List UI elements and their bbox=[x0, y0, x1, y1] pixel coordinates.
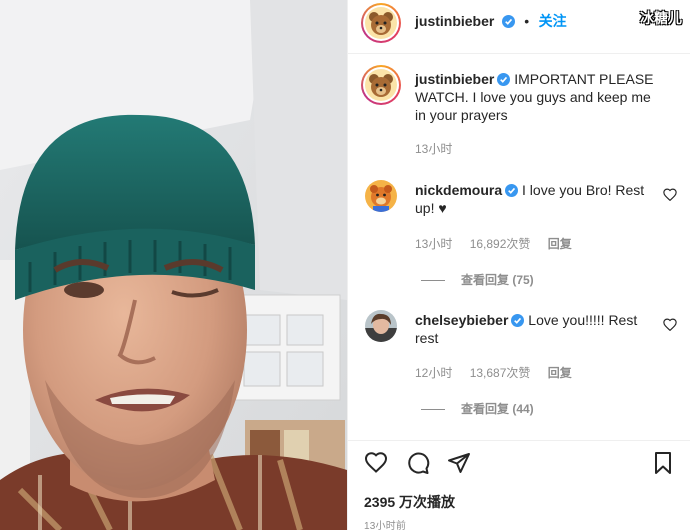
comment-timestamp[interactable]: 13小时 bbox=[415, 237, 452, 251]
comment-reply-button[interactable]: 回复 bbox=[548, 237, 572, 251]
replies-divider bbox=[421, 409, 445, 411]
caption-username-link[interactable]: justinbieber bbox=[415, 71, 494, 87]
comment-body: chelseybieber Love you!!!!! Rest rest bbox=[415, 311, 645, 347]
follow-button[interactable]: 关注 bbox=[539, 13, 567, 29]
commenter-username-link[interactable]: nickdemoura bbox=[415, 182, 502, 198]
caption-timestamp[interactable]: 13小时 bbox=[415, 142, 452, 156]
post-media-video[interactable] bbox=[0, 0, 347, 530]
cartoon-avatar-icon bbox=[365, 180, 397, 212]
post-details-panel: justinbieber • 关注 冰糖儿 justinbieber IMPOR… bbox=[347, 0, 690, 530]
comment-timestamp[interactable]: 12小时 bbox=[415, 366, 452, 380]
caption-body: justinbieber IMPORTANT PLEASE WATCH. I l… bbox=[415, 70, 665, 124]
verified-badge-icon bbox=[501, 15, 515, 28]
view-replies-button[interactable]: 查看回复 (44) bbox=[421, 400, 534, 417]
commenter-avatar[interactable] bbox=[365, 310, 397, 342]
post-timestamp[interactable]: 13小时前 bbox=[364, 517, 406, 530]
comment-like-count[interactable]: 13,687次赞 bbox=[470, 366, 531, 380]
video-still-image bbox=[0, 0, 347, 530]
view-replies-label: 查看回复 (44) bbox=[461, 402, 534, 416]
photo-avatar-icon bbox=[365, 310, 397, 342]
bear-avatar-icon bbox=[365, 69, 397, 101]
view-count[interactable]: 2395 万次播放 bbox=[364, 492, 455, 512]
post-header: justinbieber • 关注 bbox=[348, 0, 690, 54]
comment-like-count[interactable]: 16,892次赞 bbox=[470, 237, 531, 251]
like-heart-icon[interactable] bbox=[663, 318, 677, 331]
caption-author-avatar[interactable] bbox=[361, 65, 401, 105]
author-username-link[interactable]: justinbieber bbox=[415, 13, 494, 29]
verified-badge-icon bbox=[497, 73, 511, 86]
commenter-username-link[interactable]: chelseybieber bbox=[415, 312, 508, 328]
comment-icon[interactable] bbox=[406, 451, 430, 475]
watermark-text: 冰糖儿 bbox=[640, 10, 682, 26]
heart-icon[interactable] bbox=[364, 451, 388, 473]
author-avatar[interactable] bbox=[361, 3, 401, 43]
verified-badge-icon bbox=[511, 314, 525, 327]
bear-avatar-icon bbox=[365, 7, 397, 39]
view-replies-label: 查看回复 (75) bbox=[461, 273, 534, 287]
comment-meta: 12小时 13,687次赞 回复 bbox=[415, 364, 586, 381]
comment-meta: 13小时 16,892次赞 回复 bbox=[415, 235, 586, 252]
commenter-avatar[interactable] bbox=[365, 180, 397, 212]
like-heart-icon[interactable] bbox=[663, 188, 677, 201]
caption-meta: 13小时 bbox=[415, 140, 466, 157]
comment-reply-button[interactable]: 回复 bbox=[548, 366, 572, 380]
header-separator: • bbox=[524, 13, 530, 29]
comment-body: nickdemoura I love you Bro! Rest up! ♥ bbox=[415, 181, 645, 217]
verified-badge-icon bbox=[505, 184, 519, 197]
share-icon[interactable] bbox=[447, 451, 471, 475]
view-replies-button[interactable]: 查看回复 (75) bbox=[421, 271, 534, 288]
bookmark-icon[interactable] bbox=[653, 451, 673, 475]
post-action-bar bbox=[348, 440, 690, 484]
replies-divider bbox=[421, 280, 445, 282]
